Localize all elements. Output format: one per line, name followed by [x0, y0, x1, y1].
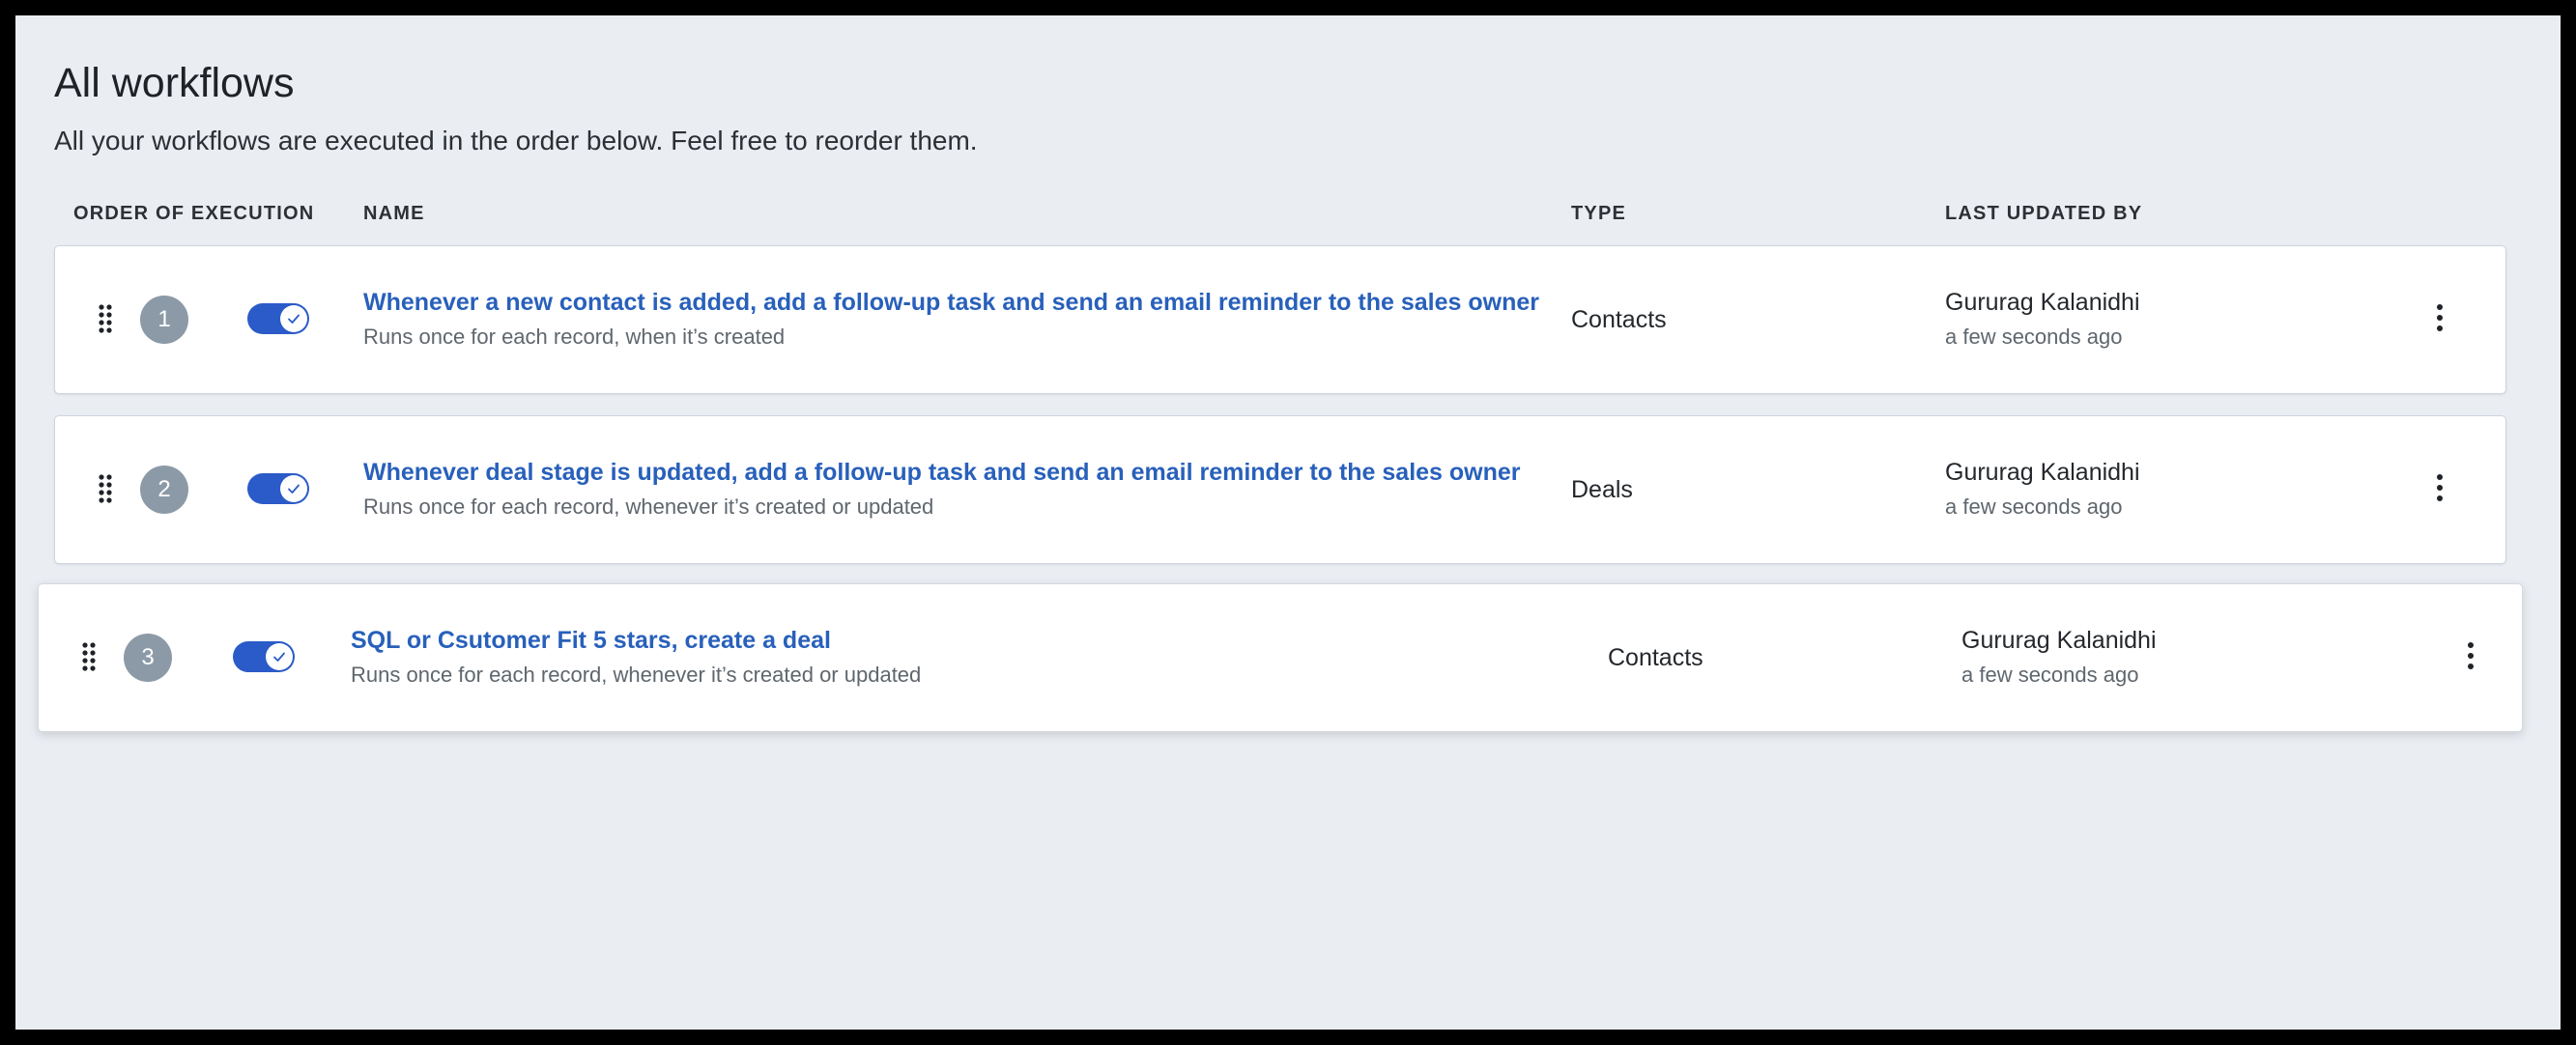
- check-icon: [280, 305, 307, 332]
- column-header-last-updated-by: LAST UPDATED BY: [1945, 203, 2143, 224]
- workflow-description: Runs once for each record, when it’s cre…: [363, 325, 786, 349]
- workflow-type: Deals: [1571, 476, 1633, 503]
- workflow-row-1[interactable]: 1 Whenever a new contact is added, add a…: [54, 245, 2506, 394]
- workflow-name-link[interactable]: Whenever deal stage is updated, add a fo…: [363, 459, 1521, 487]
- column-header-order: ORDER OF EXECUTION: [73, 203, 315, 224]
- workflow-enabled-toggle[interactable]: [233, 641, 295, 672]
- order-badge: 1: [140, 296, 188, 344]
- workflow-enabled-toggle[interactable]: [247, 303, 309, 334]
- page-title: All workflows: [54, 60, 295, 106]
- workflow-row-3[interactable]: 3 SQL or Csutomer Fit 5 stars, create a …: [38, 583, 2523, 732]
- workflow-name-link[interactable]: Whenever a new contact is added, add a f…: [363, 289, 1539, 317]
- drag-handle-icon[interactable]: [99, 304, 112, 333]
- order-badge: 2: [140, 466, 188, 514]
- kebab-menu-icon[interactable]: [2428, 298, 2451, 337]
- kebab-menu-icon[interactable]: [2459, 636, 2482, 675]
- updated-by-user: Gururag Kalanidhi: [1945, 289, 2140, 316]
- workflows-page: All workflows All your workflows are exe…: [15, 15, 2561, 1030]
- updated-at-time: a few seconds ago: [1961, 663, 2139, 687]
- page-subtitle: All your workflows are executed in the o…: [54, 126, 978, 155]
- workflow-description: Runs once for each record, whenever it’s…: [363, 494, 934, 519]
- kebab-menu-icon[interactable]: [2428, 468, 2451, 507]
- workflow-name-link[interactable]: SQL or Csutomer Fit 5 stars, create a de…: [351, 627, 831, 655]
- workflow-row-2[interactable]: 2 Whenever deal stage is updated, add a …: [54, 415, 2506, 564]
- workflow-enabled-toggle[interactable]: [247, 473, 309, 504]
- check-icon: [266, 643, 293, 670]
- workflow-type: Contacts: [1608, 644, 1703, 671]
- drag-handle-icon[interactable]: [99, 474, 112, 503]
- workflow-type: Contacts: [1571, 306, 1667, 333]
- workflow-description: Runs once for each record, whenever it’s…: [351, 663, 922, 687]
- column-header-type: TYPE: [1571, 203, 1627, 224]
- updated-by-user: Gururag Kalanidhi: [1945, 459, 2140, 486]
- column-header-name: NAME: [363, 203, 425, 224]
- order-badge: 3: [124, 634, 172, 682]
- drag-handle-icon[interactable]: [82, 642, 96, 671]
- updated-at-time: a few seconds ago: [1945, 494, 2123, 519]
- updated-by-user: Gururag Kalanidhi: [1961, 627, 2157, 654]
- updated-at-time: a few seconds ago: [1945, 325, 2123, 349]
- check-icon: [280, 475, 307, 502]
